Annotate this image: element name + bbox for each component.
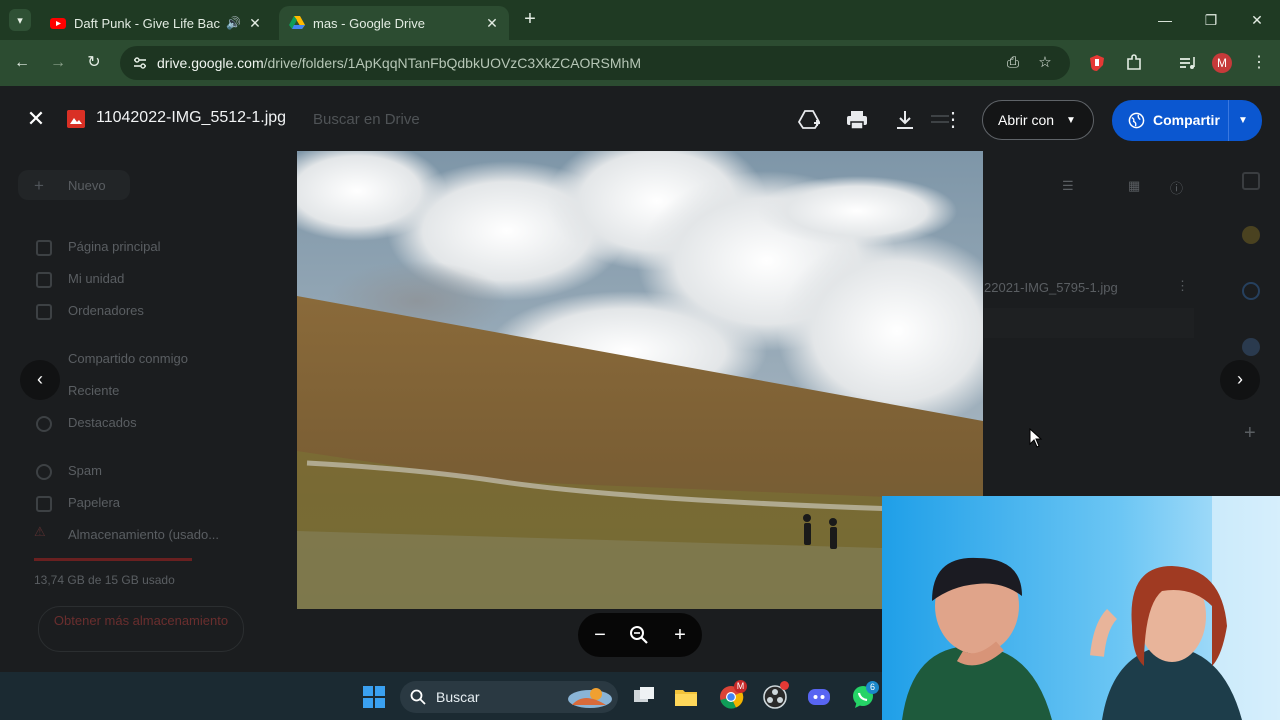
keep-icon (1242, 226, 1260, 244)
zoom-in-button[interactable]: + (668, 623, 692, 647)
nav-starred: Destacados (68, 415, 137, 430)
image-file-icon (67, 110, 85, 128)
nav-shared: Compartido conmigo (68, 351, 188, 366)
warning-icon: ⚠ (34, 524, 46, 539)
storage-text: 13,74 GB de 15 GB usado (34, 573, 175, 587)
open-with-label: Abrir con (998, 112, 1055, 128)
tab-google-drive[interactable]: mas - Google Drive ✕ (279, 6, 509, 40)
my-drive-icon (36, 272, 52, 288)
trash-icon (36, 496, 52, 512)
reload-button[interactable]: ↻ (82, 51, 106, 75)
extensions-puzzle-icon[interactable] (1124, 53, 1144, 73)
spam-icon (36, 464, 52, 480)
file-name-ghost: 22021-IMG_5795-1.jpg (984, 280, 1118, 295)
photo-image (297, 151, 983, 609)
calendar-icon (1242, 172, 1260, 190)
nav-computers: Ordenadores (68, 303, 144, 318)
more-options-icon[interactable]: ⋮ (941, 108, 965, 132)
nav-my-drive: Mi unidad (68, 271, 125, 286)
zoom-controls: − + (578, 613, 702, 657)
tab-title: mas - Google Drive (313, 15, 425, 31)
download-icon[interactable] (893, 108, 917, 132)
new-button: + Nuevo (18, 170, 130, 200)
nav-recent: Reciente (68, 383, 120, 398)
media-controls-icon[interactable] (1177, 53, 1197, 73)
address-bar[interactable]: drive.google.com/drive/folders/1ApKqqNTa… (120, 46, 1070, 80)
webcam-overlay (882, 496, 1280, 720)
search-highlight-icon (568, 688, 612, 708)
url-text: drive.google.com/drive/folders/1ApKqqNTa… (157, 55, 641, 71)
tab-search-chevron-icon[interactable]: ▾ (9, 9, 31, 31)
discord-icon[interactable] (806, 684, 832, 710)
minimize-button[interactable]: — (1153, 8, 1177, 32)
back-button[interactable]: ← (10, 51, 34, 75)
previous-file-button[interactable]: ‹ (20, 360, 60, 400)
share-label: Compartir (1153, 112, 1220, 128)
obs-recording-dot (780, 681, 789, 690)
mouse-cursor-icon (1029, 428, 1043, 448)
install-app-icon[interactable]: ⎙ (1005, 55, 1021, 71)
print-icon[interactable] (845, 108, 869, 132)
close-window-button[interactable]: ✕ (1245, 8, 1269, 32)
open-with-button[interactable]: Abrir con ▼ (982, 100, 1094, 140)
screen: { "browser": { "tabs": [ { "title": "Daf… (0, 0, 1280, 720)
nav-trash: Papelera (68, 495, 121, 510)
nav-storage: Almacenamiento (usado... (68, 527, 220, 542)
storage-bar (34, 558, 192, 561)
get-more-storage-button: Obtener más almacenamiento (38, 606, 244, 652)
add-to-drive-icon[interactable] (797, 108, 821, 132)
close-tab-icon[interactable]: ✕ (485, 15, 499, 32)
caret-down-icon: ▼ (1066, 114, 1076, 126)
share-options-caret-icon[interactable]: ▼ (1238, 115, 1248, 126)
restore-button[interactable]: ❐ (1199, 8, 1223, 32)
browser-tab-strip: ▾ Daft Punk - Give Life Back to Music 🔊 … (0, 0, 1280, 40)
extension-shield-icon[interactable] (1087, 53, 1107, 73)
search-icon (410, 689, 426, 705)
share-button[interactable]: Compartir ▼ (1112, 100, 1262, 141)
profile-avatar[interactable]: M (1212, 53, 1232, 73)
search-ghost: Buscar en Drive (313, 111, 420, 128)
youtube-icon (50, 18, 66, 29)
computers-icon (36, 304, 52, 320)
tasks-icon (1242, 282, 1260, 300)
viewer-file-name: 11042022-IMG_5512-1.jpg (96, 109, 287, 126)
star-icon (36, 416, 52, 432)
file-row (984, 308, 1194, 338)
chrome-menu-icon[interactable]: ⋮ (1247, 51, 1271, 75)
zoom-magnifier-icon[interactable] (628, 624, 650, 646)
close-viewer-button[interactable]: ✕ (24, 107, 48, 131)
close-tab-icon[interactable]: ✕ (248, 15, 262, 32)
task-view-icon[interactable] (631, 684, 657, 710)
site-info-icon[interactable] (132, 55, 148, 71)
list-view-icon: ☰ (1062, 178, 1074, 193)
new-tab-button[interactable]: + (520, 9, 540, 30)
windows-start-icon[interactable] (361, 684, 387, 710)
google-drive-icon (289, 16, 305, 29)
home-icon (36, 240, 52, 256)
nav-spam: Spam (68, 463, 102, 478)
chrome-badge: M (734, 680, 747, 693)
zoom-out-button[interactable]: − (588, 623, 612, 647)
next-file-button[interactable]: › (1220, 360, 1260, 400)
bookmark-star-icon[interactable]: ☆ (1037, 55, 1053, 71)
add-addon-icon: + (1244, 422, 1256, 444)
tab-daft-punk[interactable]: Daft Punk - Give Life Back to Music 🔊 ✕ (40, 6, 272, 40)
taskbar-search[interactable]: Buscar (400, 681, 618, 713)
browser-toolbar: ← → ↻ drive.google.com/drive/folders/1Ap… (0, 40, 1280, 86)
nav-home: Página principal (68, 239, 161, 254)
globe-icon (1128, 112, 1145, 129)
forward-button[interactable]: → (46, 51, 70, 75)
contacts-icon (1242, 338, 1260, 356)
grid-view-icon: ▦ (1128, 178, 1141, 193)
more-icon: ⋮ (1176, 278, 1189, 293)
file-explorer-icon[interactable] (673, 684, 699, 710)
tab-title: Daft Punk - Give Life Back to Music (74, 15, 220, 31)
speaker-icon[interactable]: 🔊 (226, 16, 242, 30)
taskbar-search-label: Buscar (436, 689, 480, 705)
whatsapp-badge: 6 (866, 681, 879, 694)
info-icon: ⓘ (1170, 181, 1184, 196)
